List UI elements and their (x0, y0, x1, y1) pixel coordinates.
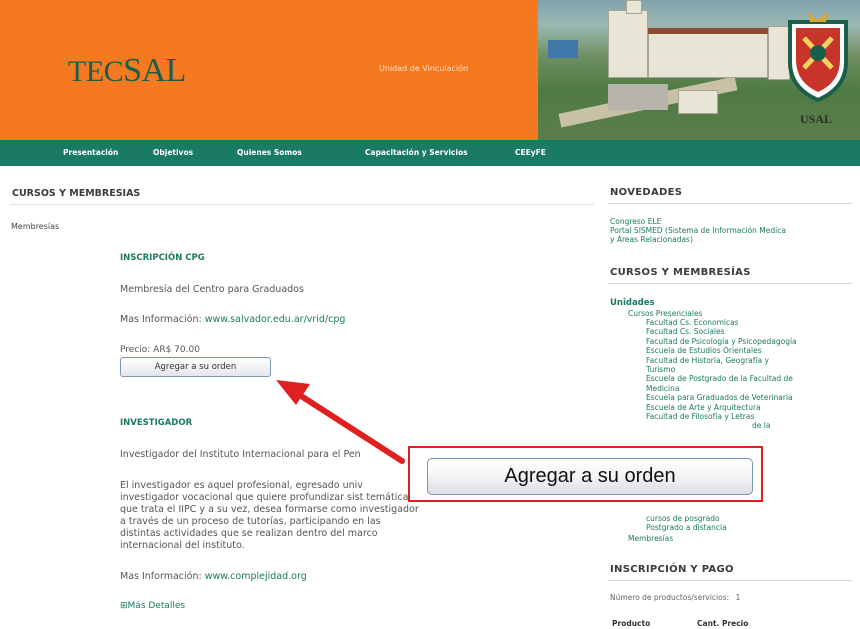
annotation-arrow-icon (276, 380, 405, 464)
